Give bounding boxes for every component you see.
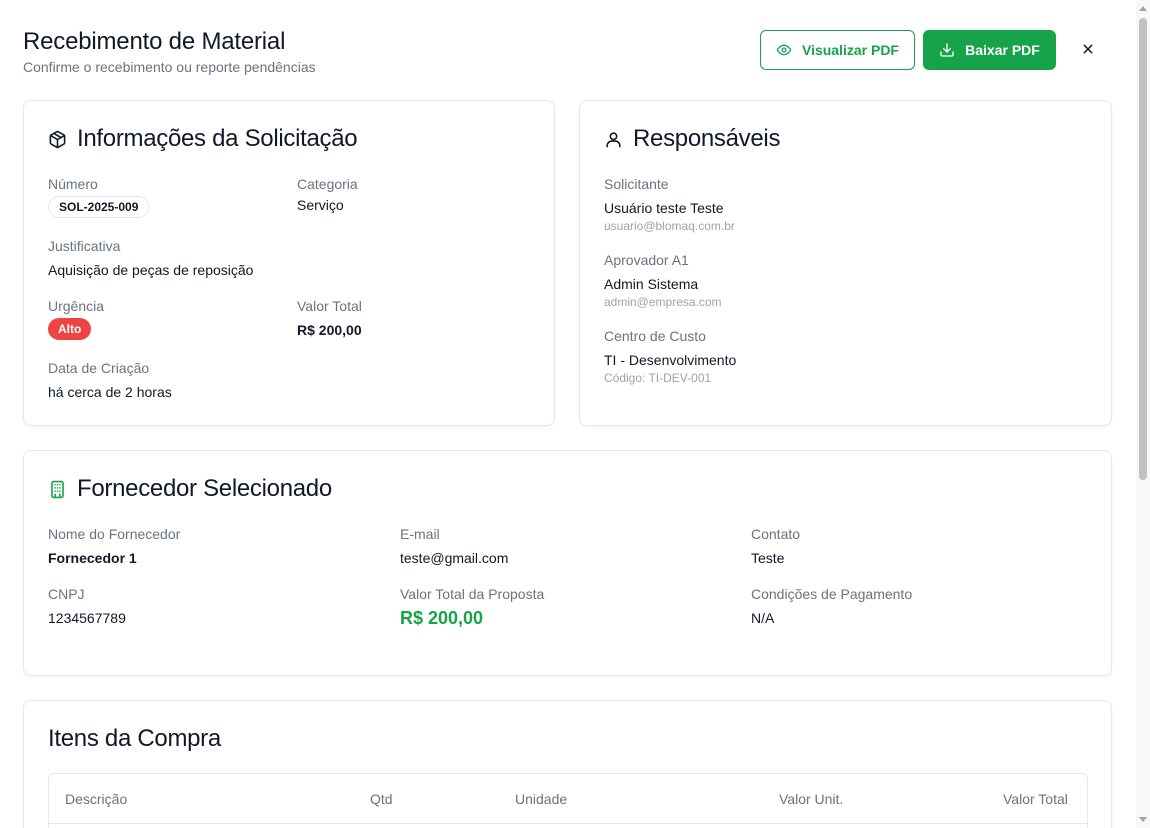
valor-label: Valor Total xyxy=(297,298,362,314)
scroll-up-icon[interactable] xyxy=(1139,6,1147,11)
numero-field: Número SOL-2025-009 xyxy=(48,176,150,218)
urgencia-label: Urgência xyxy=(48,298,105,314)
data-field: Data de Criação há cerca de 2 horas xyxy=(48,360,172,400)
fornecedor-cnpj-value: 1234567789 xyxy=(48,610,126,626)
categoria-label: Categoria xyxy=(297,176,358,192)
solicitante-value: Usuário teste Teste xyxy=(604,200,724,216)
urgency-badge: Alto xyxy=(48,318,92,340)
fornecedor-contato-label: Contato xyxy=(751,526,801,542)
fornecedor-cnpj-field: CNPJ 1234567789 xyxy=(48,586,126,626)
table-header-divider xyxy=(49,823,1087,824)
aprovador-value: Admin Sistema xyxy=(604,276,699,292)
fornecedor-proposta-field: Valor Total da Proposta R$ 200,00 xyxy=(400,586,544,629)
supplier-title: Fornecedor Selecionado xyxy=(48,475,332,503)
user-icon xyxy=(606,131,621,147)
fornecedor-email-label: E-mail xyxy=(400,526,440,542)
fornecedor-contato-value: Teste xyxy=(751,550,785,566)
fornecedor-nome-label: Nome do Fornecedor xyxy=(48,526,181,542)
centro-label: Centro de Custo xyxy=(604,328,706,344)
solicitante-email: usuario@blomaq.com.br xyxy=(604,219,735,233)
valor-value: R$ 200,00 xyxy=(297,322,362,338)
view-pdf-label: Visualizar PDF xyxy=(801,42,899,58)
urgencia-field: Urgência Alto xyxy=(48,298,104,340)
close-icon[interactable] xyxy=(1079,40,1097,58)
fornecedor-cnpj-label: CNPJ xyxy=(48,586,85,602)
fornecedor-contato-field: Contato Teste xyxy=(751,526,800,566)
data-value: há cerca de 2 horas xyxy=(48,384,172,400)
centro-value: TI - Desenvolvimento xyxy=(604,352,737,368)
solicitante-field: Solicitante Usuário teste Teste usuario@… xyxy=(604,176,735,233)
page-subtitle: Confirme o recebimento ou reporte pendên… xyxy=(23,59,316,75)
solicitante-label: Solicitante xyxy=(604,176,669,192)
page-title: Recebimento de Material xyxy=(23,28,286,55)
responsibles-title: Responsáveis xyxy=(604,125,780,153)
column-header-unidade: Unidade xyxy=(515,791,568,807)
fornecedor-pagamento-value: N/A xyxy=(751,610,775,626)
column-header-qtd: Qtd xyxy=(370,791,393,807)
request-info-title: Informações da Solicitação xyxy=(48,125,358,153)
column-header-descricao: Descrição xyxy=(65,791,128,807)
items-title: Itens da Compra xyxy=(48,725,221,752)
aprovador-label: Aprovador A1 xyxy=(604,252,689,268)
header-actions: Visualizar PDF Baixar PDF xyxy=(760,30,1056,70)
fornecedor-pagamento-field: Condições de Pagamento N/A xyxy=(751,586,912,626)
download-pdf-label: Baixar PDF xyxy=(965,42,1040,58)
fornecedor-proposta-label: Valor Total da Proposta xyxy=(400,586,545,602)
valor-field: Valor Total R$ 200,00 xyxy=(297,298,362,338)
vertical-scrollbar[interactable] xyxy=(1136,0,1150,828)
package-icon xyxy=(49,130,66,148)
scrollbar-thumb[interactable] xyxy=(1139,18,1147,480)
column-header-valor-unit: Valor Unit. xyxy=(779,791,844,807)
data-label: Data de Criação xyxy=(48,360,150,376)
building-icon xyxy=(51,480,64,498)
download-icon xyxy=(940,43,954,57)
fornecedor-nome-value: Fornecedor 1 xyxy=(48,550,137,566)
fornecedor-proposta-value: R$ 200,00 xyxy=(400,608,484,628)
responsibles-card: Responsáveis Solicitante Usuário teste T… xyxy=(579,100,1112,426)
fornecedor-email-value: teste@gmail.com xyxy=(400,550,509,566)
centro-field: Centro de Custo TI - Desenvolvimento Cód… xyxy=(604,328,736,385)
items-table: Descrição Qtd Unidade Valor Unit. Valor … xyxy=(48,773,1088,828)
categoria-field: Categoria Serviço xyxy=(297,176,358,213)
view-pdf-button[interactable]: Visualizar PDF xyxy=(760,30,915,70)
supplier-title-text: Fornecedor Selecionado xyxy=(77,475,332,502)
modal-header: Recebimento de Material Confirme o receb… xyxy=(23,28,316,75)
supplier-card: Fornecedor Selecionado Nome do Fornecedo… xyxy=(23,450,1112,676)
justificativa-value: Aquisição de peças de reposição xyxy=(48,262,254,278)
eye-icon xyxy=(776,44,792,56)
centro-codigo: Código: TI-DEV-001 xyxy=(604,371,712,385)
responsibles-title-text: Responsáveis xyxy=(633,125,781,152)
aprovador-field: Aprovador A1 Admin Sistema admin@empresa… xyxy=(604,252,722,309)
categoria-value: Serviço xyxy=(297,197,344,213)
column-header-valor-total: Valor Total xyxy=(1003,791,1068,807)
request-info-card: Informações da Solicitação Número SOL-20… xyxy=(23,100,555,426)
justificativa-label: Justificativa xyxy=(48,238,121,254)
numero-label: Número xyxy=(48,176,98,192)
request-info-title-text: Informações da Solicitação xyxy=(77,125,358,152)
aprovador-email: admin@empresa.com xyxy=(604,295,722,309)
items-card: Itens da Compra Descrição Qtd Unidade Va… xyxy=(23,700,1112,828)
fornecedor-nome-field: Nome do Fornecedor Fornecedor 1 xyxy=(48,526,180,566)
receipt-modal: Recebimento de Material Confirme o receb… xyxy=(0,0,1150,828)
download-pdf-button[interactable]: Baixar PDF xyxy=(923,30,1056,70)
fornecedor-email-field: E-mail teste@gmail.com xyxy=(400,526,508,566)
numero-badge: SOL-2025-009 xyxy=(48,196,150,218)
fornecedor-pagamento-label: Condições de Pagamento xyxy=(751,586,913,602)
justificativa-field: Justificativa Aquisição de peças de repo… xyxy=(48,238,253,278)
scroll-down-icon[interactable] xyxy=(1139,817,1147,822)
